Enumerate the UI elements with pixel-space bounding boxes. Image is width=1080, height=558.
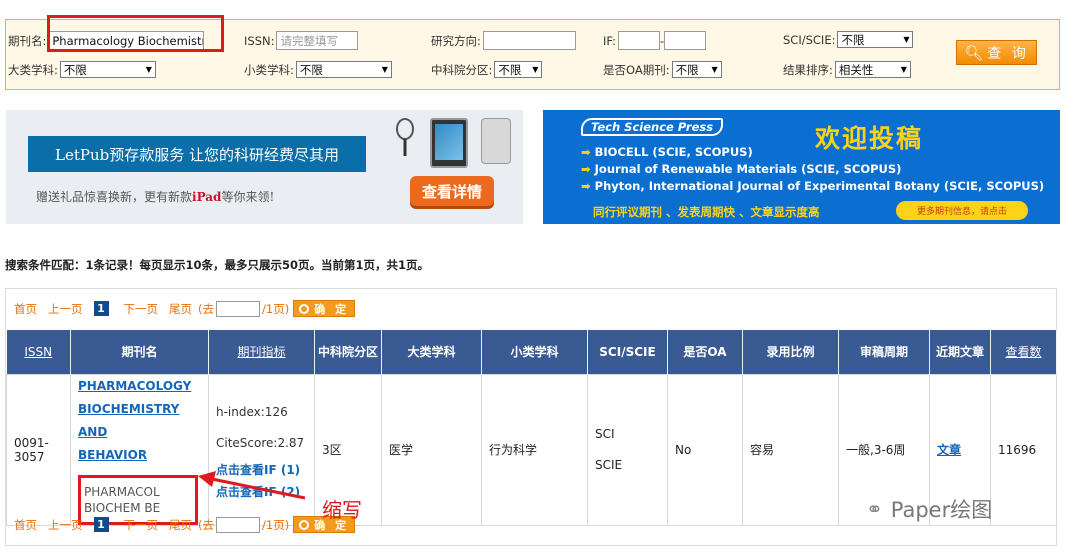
watermark-text: Paper绘图 [890, 498, 993, 522]
wechat-icon: ⚭ [866, 497, 883, 521]
watermark: ⚭ Paper绘图 [866, 494, 992, 524]
abbreviation-annotation: 缩写 [322, 498, 362, 522]
annotation-arrow [198, 471, 306, 500]
